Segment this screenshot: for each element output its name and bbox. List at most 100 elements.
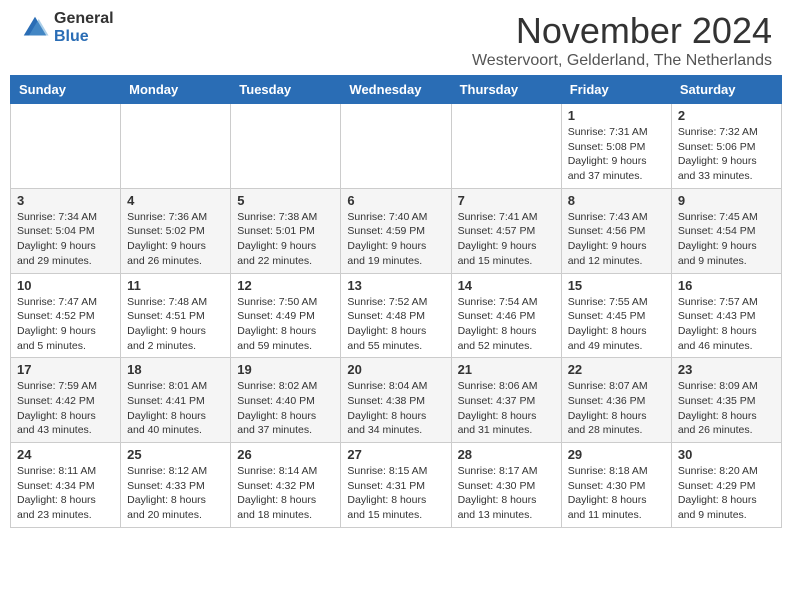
day-info: Sunrise: 8:06 AMSunset: 4:37 PMDaylight:… xyxy=(458,379,555,438)
day-info: Sunrise: 7:48 AMSunset: 4:51 PMDaylight:… xyxy=(127,295,224,354)
day-info: Sunrise: 7:31 AMSunset: 5:08 PMDaylight:… xyxy=(568,125,665,184)
day-info: Sunrise: 7:38 AMSunset: 5:01 PMDaylight:… xyxy=(237,210,334,269)
day-info: Sunrise: 7:55 AMSunset: 4:45 PMDaylight:… xyxy=(568,295,665,354)
calendar-cell: 3 Sunrise: 7:34 AMSunset: 5:04 PMDaylight… xyxy=(11,188,121,273)
calendar-cell: 11 Sunrise: 7:48 AMSunset: 4:51 PMDayligh… xyxy=(121,273,231,358)
calendar-cell: 5 Sunrise: 7:38 AMSunset: 5:01 PMDaylight… xyxy=(231,188,341,273)
day-info: Sunrise: 7:40 AMSunset: 4:59 PMDaylight:… xyxy=(347,210,444,269)
calendar-cell: 24 Sunrise: 8:11 AMSunset: 4:34 PMDayligh… xyxy=(11,443,121,528)
weekday-header-tuesday: Tuesday xyxy=(231,76,341,104)
day-info: Sunrise: 7:54 AMSunset: 4:46 PMDaylight:… xyxy=(458,295,555,354)
calendar-cell: 12 Sunrise: 7:50 AMSunset: 4:49 PMDayligh… xyxy=(231,273,341,358)
calendar-cell: 20 Sunrise: 8:04 AMSunset: 4:38 PMDayligh… xyxy=(341,358,451,443)
calendar-cell xyxy=(11,104,121,189)
calendar-cell: 14 Sunrise: 7:54 AMSunset: 4:46 PMDayligh… xyxy=(451,273,561,358)
day-info: Sunrise: 8:18 AMSunset: 4:30 PMDaylight:… xyxy=(568,464,665,523)
calendar-cell: 16 Sunrise: 7:57 AMSunset: 4:43 PMDayligh… xyxy=(671,273,781,358)
calendar-cell: 9 Sunrise: 7:45 AMSunset: 4:54 PMDaylight… xyxy=(671,188,781,273)
day-number: 28 xyxy=(458,447,555,462)
calendar-cell: 28 Sunrise: 8:17 AMSunset: 4:30 PMDayligh… xyxy=(451,443,561,528)
day-number: 30 xyxy=(678,447,775,462)
day-number: 17 xyxy=(17,362,114,377)
calendar-cell: 21 Sunrise: 8:06 AMSunset: 4:37 PMDayligh… xyxy=(451,358,561,443)
day-number: 14 xyxy=(458,278,555,293)
calendar-cell: 13Sunrise: 7:52 AMSunset: 4:48 PMDayligh… xyxy=(341,273,451,358)
day-info: Sunrise: 8:14 AMSunset: 4:32 PMDaylight:… xyxy=(237,464,334,523)
weekday-header-monday: Monday xyxy=(121,76,231,104)
day-info: Sunrise: 7:50 AMSunset: 4:49 PMDaylight:… xyxy=(237,295,334,354)
calendar-cell: 7 Sunrise: 7:41 AMSunset: 4:57 PMDaylight… xyxy=(451,188,561,273)
location: Westervoort, Gelderland, The Netherlands xyxy=(472,52,772,70)
day-info: Sunrise: 8:01 AMSunset: 4:41 PMDaylight:… xyxy=(127,379,224,438)
calendar-cell: 22 Sunrise: 8:07 AMSunset: 4:36 PMDayligh… xyxy=(561,358,671,443)
day-number: 20 xyxy=(347,362,444,377)
month-title: November 2024 xyxy=(472,10,772,52)
day-info: Sunrise: 7:41 AMSunset: 4:57 PMDaylight:… xyxy=(458,210,555,269)
calendar-cell: 29 Sunrise: 8:18 AMSunset: 4:30 PMDayligh… xyxy=(561,443,671,528)
day-number: 13 xyxy=(347,278,444,293)
calendar-cell xyxy=(341,104,451,189)
day-number: 2 xyxy=(678,108,775,123)
weekday-header-sunday: Sunday xyxy=(11,76,121,104)
day-number: 11 xyxy=(127,278,224,293)
day-number: 9 xyxy=(678,193,775,208)
day-number: 29 xyxy=(568,447,665,462)
day-number: 6 xyxy=(347,193,444,208)
day-number: 26 xyxy=(237,447,334,462)
day-number: 5 xyxy=(237,193,334,208)
day-info: Sunrise: 7:32 AMSunset: 5:06 PMDaylight:… xyxy=(678,125,775,184)
day-number: 27 xyxy=(347,447,444,462)
day-number: 22 xyxy=(568,362,665,377)
day-info: Sunrise: 7:59 AMSunset: 4:42 PMDaylight:… xyxy=(17,379,114,438)
day-number: 3 xyxy=(17,193,114,208)
calendar-cell: 6 Sunrise: 7:40 AMSunset: 4:59 PMDaylight… xyxy=(341,188,451,273)
day-info: Sunrise: 8:12 AMSunset: 4:33 PMDaylight:… xyxy=(127,464,224,523)
calendar-header-row: SundayMondayTuesdayWednesdayThursdayFrid… xyxy=(11,76,782,104)
calendar-cell: 18 Sunrise: 8:01 AMSunset: 4:41 PMDayligh… xyxy=(121,358,231,443)
calendar-cell xyxy=(121,104,231,189)
calendar-cell xyxy=(231,104,341,189)
day-info: Sunrise: 8:15 AMSunset: 4:31 PMDaylight:… xyxy=(347,464,444,523)
calendar-cell: 1Sunrise: 7:31 AMSunset: 5:08 PMDaylight… xyxy=(561,104,671,189)
day-info: Sunrise: 7:45 AMSunset: 4:54 PMDaylight:… xyxy=(678,210,775,269)
day-info: Sunrise: 8:07 AMSunset: 4:36 PMDaylight:… xyxy=(568,379,665,438)
day-info: Sunrise: 7:47 AMSunset: 4:52 PMDaylight:… xyxy=(17,295,114,354)
day-info: Sunrise: 7:43 AMSunset: 4:56 PMDaylight:… xyxy=(568,210,665,269)
title-block: November 2024 Westervoort, Gelderland, T… xyxy=(472,10,772,70)
calendar-cell: 10Sunrise: 7:47 AMSunset: 4:52 PMDayligh… xyxy=(11,273,121,358)
day-info: Sunrise: 8:09 AMSunset: 4:35 PMDaylight:… xyxy=(678,379,775,438)
calendar-week-4: 17 Sunrise: 7:59 AMSunset: 4:42 PMDayligh… xyxy=(11,358,782,443)
calendar-cell: 17 Sunrise: 7:59 AMSunset: 4:42 PMDayligh… xyxy=(11,358,121,443)
calendar-cell: 25 Sunrise: 8:12 AMSunset: 4:33 PMDayligh… xyxy=(121,443,231,528)
day-number: 18 xyxy=(127,362,224,377)
calendar-cell: 23Sunrise: 8:09 AMSunset: 4:35 PMDayligh… xyxy=(671,358,781,443)
calendar-cell: 8 Sunrise: 7:43 AMSunset: 4:56 PMDaylight… xyxy=(561,188,671,273)
day-number: 8 xyxy=(568,193,665,208)
day-number: 7 xyxy=(458,193,555,208)
day-number: 12 xyxy=(237,278,334,293)
day-info: Sunrise: 8:02 AMSunset: 4:40 PMDaylight:… xyxy=(237,379,334,438)
logo-blue-text: Blue xyxy=(54,28,114,46)
day-number: 4 xyxy=(127,193,224,208)
day-info: Sunrise: 8:04 AMSunset: 4:38 PMDaylight:… xyxy=(347,379,444,438)
day-number: 16 xyxy=(678,278,775,293)
calendar-week-2: 3 Sunrise: 7:34 AMSunset: 5:04 PMDaylight… xyxy=(11,188,782,273)
calendar-cell xyxy=(451,104,561,189)
day-number: 24 xyxy=(17,447,114,462)
calendar-cell: 30Sunrise: 8:20 AMSunset: 4:29 PMDayligh… xyxy=(671,443,781,528)
day-info: Sunrise: 7:57 AMSunset: 4:43 PMDaylight:… xyxy=(678,295,775,354)
weekday-header-friday: Friday xyxy=(561,76,671,104)
day-number: 25 xyxy=(127,447,224,462)
logo: General Blue xyxy=(20,10,114,45)
weekday-header-saturday: Saturday xyxy=(671,76,781,104)
day-info: Sunrise: 7:34 AMSunset: 5:04 PMDaylight:… xyxy=(17,210,114,269)
calendar-week-3: 10Sunrise: 7:47 AMSunset: 4:52 PMDayligh… xyxy=(11,273,782,358)
calendar-table: SundayMondayTuesdayWednesdayThursdayFrid… xyxy=(10,75,782,528)
day-info: Sunrise: 8:17 AMSunset: 4:30 PMDaylight:… xyxy=(458,464,555,523)
logo-general-text: General xyxy=(54,10,114,28)
day-info: Sunrise: 8:11 AMSunset: 4:34 PMDaylight:… xyxy=(17,464,114,523)
calendar-cell: 2 Sunrise: 7:32 AMSunset: 5:06 PMDaylight… xyxy=(671,104,781,189)
day-number: 19 xyxy=(237,362,334,377)
calendar-cell: 27 Sunrise: 8:15 AMSunset: 4:31 PMDayligh… xyxy=(341,443,451,528)
day-number: 21 xyxy=(458,362,555,377)
